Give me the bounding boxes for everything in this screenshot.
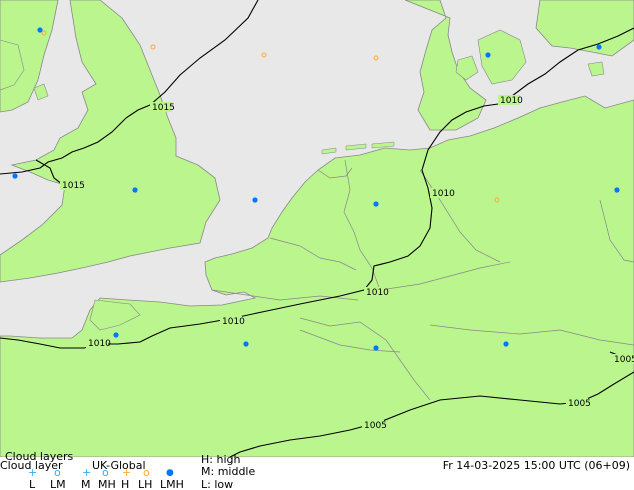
weather-map-screen: 1015 1015 1010 1010 1010 1010 1010 1005 … [0, 0, 634, 490]
key-middle: M: middle [201, 465, 256, 478]
isobar-label: 1015 [152, 103, 175, 113]
isobar-label: 1010 [500, 96, 523, 106]
code-mh: MH [98, 478, 116, 490]
key-low: L: low [201, 478, 234, 490]
station-marker-lmh [596, 44, 602, 50]
code-lm: LM [50, 478, 66, 490]
station-marker-lmh [243, 341, 249, 347]
station-marker-lmh [12, 173, 18, 179]
isobar-label: 1005 [364, 421, 387, 431]
station-marker-lmh [132, 187, 138, 193]
isobar-label: 1010 [88, 339, 111, 349]
legend-model: UK-Global [92, 459, 146, 472]
code-lmh: LMH [160, 478, 184, 490]
legend-bar: Cloud layers Cloud layer UK-Global + o +… [0, 451, 634, 490]
station-marker-lmh [113, 332, 119, 338]
station-marker-lmh [252, 197, 258, 203]
station-marker-lmh [614, 187, 620, 193]
station-marker-lmh [373, 345, 379, 351]
isobar-label: 1010 [366, 288, 389, 298]
isobar-label: 1005 [568, 399, 591, 409]
forecast-timestamp: Fr 14-03-2025 15:00 UTC (06+09) [442, 459, 630, 472]
code-h: H [121, 478, 130, 490]
isobar-label: 1005 [614, 355, 634, 365]
station-marker-lmh [485, 52, 491, 58]
isobar-label: 1010 [432, 189, 455, 199]
isobar-label: 1015 [62, 181, 85, 191]
station-marker-lmh [503, 341, 509, 347]
code-lh: LH [138, 478, 153, 490]
isobar-label: 1010 [222, 317, 245, 327]
code-m: M [81, 478, 91, 490]
station-marker-lmh [373, 201, 379, 207]
code-l: L [29, 478, 36, 490]
cloud-layer-map: 1015 1015 1010 1010 1010 1010 1010 1005 … [0, 0, 634, 457]
